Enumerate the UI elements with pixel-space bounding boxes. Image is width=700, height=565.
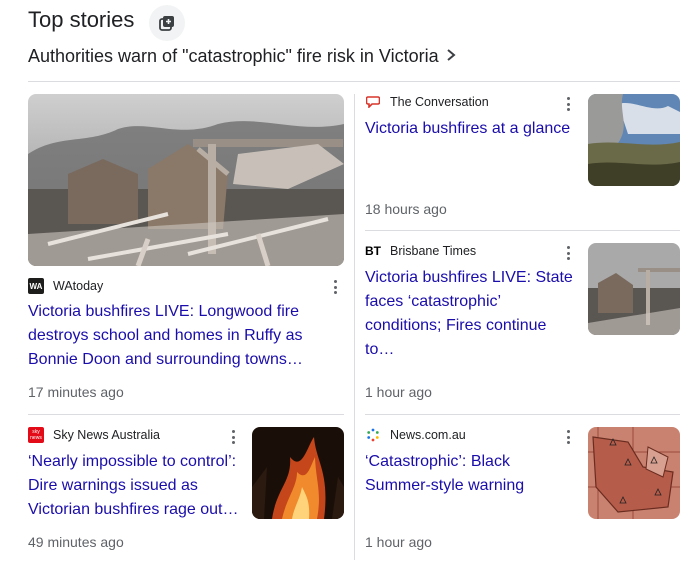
topic-link[interactable]: Authorities warn of "catastrophic" fire … (28, 46, 457, 67)
row-divider (28, 414, 344, 415)
story-card-brisbane-times[interactable]: BT Brisbane Times Victoria bushfires LIV… (365, 243, 680, 403)
story-headline[interactable]: Victoria bushfires LIVE: State faces ‘ca… (365, 266, 580, 362)
column-divider (354, 94, 355, 560)
more-options-icon[interactable] (560, 427, 576, 447)
publisher-row: WA WAtoday (28, 278, 103, 294)
watoday-logo-icon: WA (28, 278, 44, 294)
more-options-icon[interactable] (225, 427, 241, 447)
story-image[interactable] (28, 94, 344, 266)
more-options-icon[interactable] (327, 277, 343, 297)
chevron-right-icon (445, 46, 457, 67)
brisbane-times-logo-icon: BT (365, 244, 381, 258)
news-com-au-logo-icon (365, 427, 381, 443)
publisher-name: News.com.au (390, 428, 466, 442)
publisher-row: sky news Sky News Australia (28, 427, 160, 443)
story-image[interactable] (588, 243, 680, 335)
story-card-watoday[interactable]: WA WAtoday Victoria bushfires LIVE: Long… (28, 94, 344, 401)
story-card-news-com-au[interactable]: News.com.au ‘Catastrophic’: Black Summer… (365, 427, 680, 557)
story-image[interactable] (588, 94, 680, 186)
story-headline[interactable]: Victoria bushfires LIVE: Longwood fire d… (28, 300, 338, 372)
story-time: 17 minutes ago (28, 384, 124, 400)
row-divider (365, 414, 680, 415)
story-time: 1 hour ago (365, 534, 432, 550)
header-divider (28, 81, 680, 82)
section-title: Top stories (28, 7, 135, 32)
story-time: 49 minutes ago (28, 534, 124, 550)
publisher-name: WAtoday (53, 279, 104, 293)
publisher-name: Brisbane Times (390, 244, 477, 258)
story-headline[interactable]: Victoria bushfires at a glance (365, 117, 580, 141)
publisher-row: News.com.au (365, 427, 466, 443)
publisher-name: The Conversation (390, 95, 489, 109)
more-options-icon[interactable] (560, 94, 576, 114)
more-options-icon[interactable] (560, 243, 576, 263)
speech-bubble-icon (365, 94, 381, 110)
story-headline[interactable]: ‘Catastrophic’: Black Summer-style warni… (365, 450, 580, 498)
publisher-row: The Conversation (365, 94, 489, 110)
sky-news-logo-icon: sky news (28, 427, 44, 443)
row-divider (365, 230, 680, 231)
story-image[interactable] (252, 427, 344, 519)
publisher-name: Sky News Australia (53, 428, 160, 442)
story-time: 18 hours ago (365, 201, 447, 217)
story-time: 1 hour ago (365, 384, 432, 400)
story-headline[interactable]: ‘Nearly impossible to control’: Dire war… (28, 450, 243, 522)
story-card-sky-news[interactable]: sky news Sky News Australia ‘Nearly impo… (28, 427, 344, 557)
topic-label: Authorities warn of "catastrophic" fire … (28, 46, 439, 66)
stack-icon[interactable] (149, 5, 185, 41)
story-image[interactable] (588, 427, 680, 519)
publisher-row: BT Brisbane Times (365, 243, 476, 259)
story-card-conversation[interactable]: The Conversation Victoria bushfires at a… (365, 94, 680, 220)
